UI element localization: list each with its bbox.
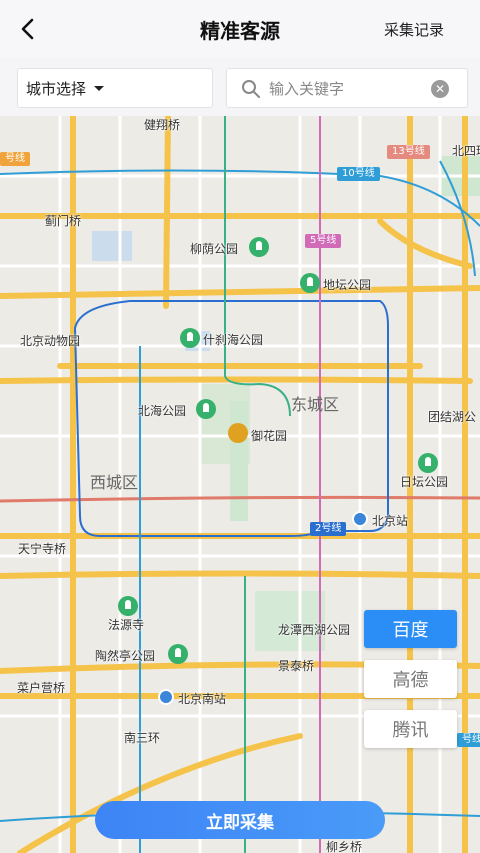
map-label-beijing-zoo: 北京动物园 (20, 334, 81, 348)
provider-gaode-button[interactable]: 高德 (364, 660, 457, 698)
city-select[interactable]: 城市选择 (17, 68, 213, 108)
palace-icon (228, 423, 248, 443)
map-label-ritan-park: 日坛公园 (400, 475, 449, 489)
search-box[interactable]: ✕ (226, 68, 468, 109)
park-icon (180, 328, 200, 348)
map-label-south-3rd-ring: 南三环 (124, 731, 161, 745)
search-icon (242, 80, 260, 98)
dropdown-caret-icon (94, 85, 105, 91)
page-title: 精准客源 (200, 18, 280, 43)
map-label-imperial-garden: 御花园 (251, 429, 288, 443)
map-label-fayuan-temple: 法源寺 (108, 618, 145, 632)
map-label-tuanjiehu-park: 团结湖公 (428, 410, 477, 424)
park-icon (118, 596, 138, 616)
line-10-badge: 10号线 (337, 167, 380, 181)
map-label-shichahai-park: 什刹海公园 (203, 333, 264, 347)
line-badge-right: 号线 (457, 733, 480, 747)
line-2-badge: 2号线 (310, 522, 347, 536)
top-bar: 精准客源 采集记录 (0, 0, 480, 58)
subway-station-icon (352, 511, 368, 527)
map-label-jingtai-bridge: 景泰桥 (278, 659, 315, 673)
park-icon (418, 453, 438, 473)
line-badge-left: 号线 (0, 152, 30, 166)
city-select-label: 城市选择 (26, 79, 87, 98)
map-label-beijing-south-station: 北京南站 (178, 692, 227, 706)
search-input[interactable] (267, 69, 421, 109)
map-label-beijing-station: 北京站 (372, 514, 409, 528)
map-label-jimen-bridge: 蓟门桥 (45, 214, 82, 228)
map-label-liuyin-park: 柳荫公园 (190, 242, 239, 256)
map-district-xicheng: 西城区 (90, 473, 139, 492)
collect-now-button[interactable]: 立即采集 (95, 801, 385, 839)
filter-bar: 城市选择 ✕ (0, 58, 480, 116)
map-label-taoranting-park: 陶然亭公园 (95, 649, 156, 663)
map-district-dongcheng: 东城区 (291, 395, 340, 414)
provider-baidu-button[interactable]: 百度 (364, 610, 457, 648)
map-label-beihai-park: 北海公园 (138, 404, 187, 418)
park-icon (196, 399, 216, 419)
map-label-jianxiang-bridge: 健翔桥 (144, 118, 181, 132)
map-label-longtan-park: 龙潭西湖公园 (278, 623, 351, 637)
subway-station-icon (158, 689, 174, 705)
map-view[interactable]: 号线 10号线 13号线 5号线 2号线 号线 健翔桥 蓟门桥 柳荫公园 地坛公… (0, 116, 480, 853)
line-5-badge: 5号线 (305, 234, 342, 248)
collection-records-link[interactable]: 采集记录 (384, 19, 444, 40)
line-13-badge: 13号线 (387, 145, 430, 159)
provider-tencent-button[interactable]: 腾讯 (364, 710, 457, 748)
map-label-north-4th-ring: 北四环 (452, 144, 480, 158)
back-arrow-icon[interactable] (14, 14, 44, 44)
park-icon (300, 273, 320, 293)
map-label-tianningsi-bridge: 天宁寺桥 (18, 542, 67, 556)
clear-icon[interactable]: ✕ (431, 80, 449, 98)
map-label-ditan-park: 地坛公园 (323, 278, 372, 292)
park-icon (249, 237, 269, 257)
park-icon (168, 644, 188, 664)
map-label-liuxiang-bridge: 柳乡桥 (326, 840, 363, 853)
map-label-caihuying-bridge: 菜户营桥 (17, 681, 66, 695)
